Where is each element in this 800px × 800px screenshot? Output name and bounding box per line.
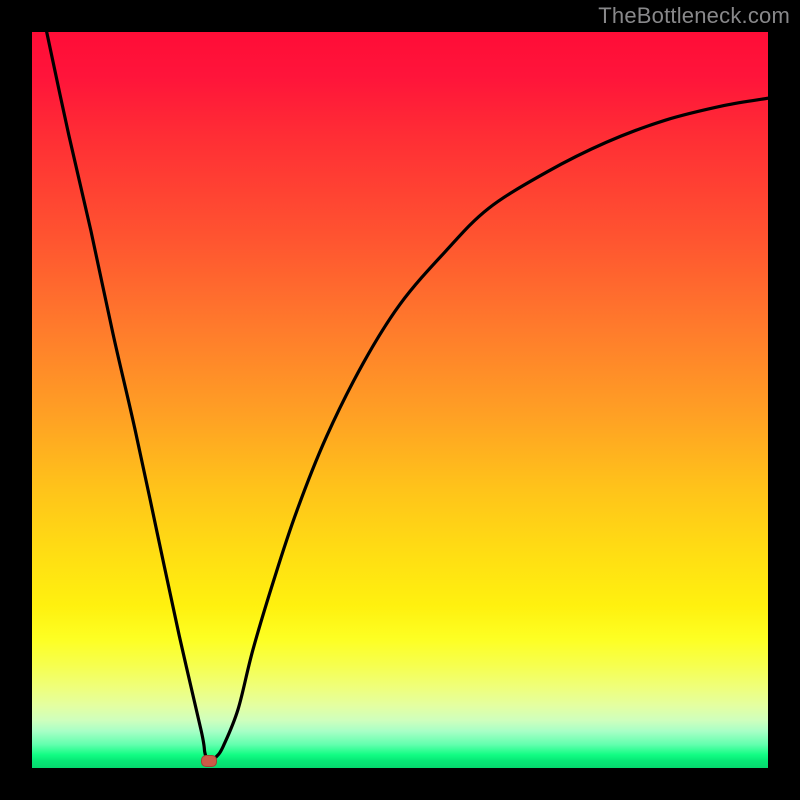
plot-area xyxy=(32,32,768,768)
bottleneck-curve-path xyxy=(47,32,768,761)
chart-root: TheBottleneck.com xyxy=(0,0,800,800)
curve-svg xyxy=(32,32,768,768)
optimum-marker xyxy=(201,755,217,767)
watermark-text: TheBottleneck.com xyxy=(598,3,790,29)
plot-frame xyxy=(0,0,800,800)
